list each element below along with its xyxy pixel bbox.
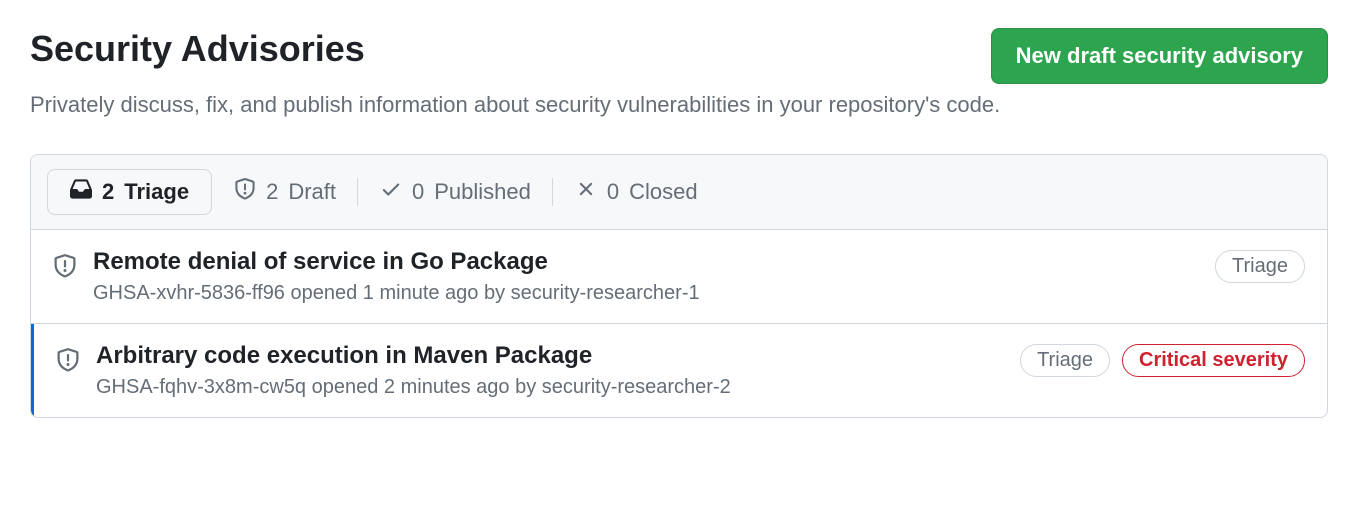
filter-triage-label: Triage	[124, 179, 189, 205]
filter-draft-count: 2	[266, 179, 278, 205]
filter-triage-count: 2	[102, 179, 114, 205]
filter-draft-label: Draft	[288, 179, 336, 205]
advisory-title[interactable]: Remote denial of service in Go Package	[93, 248, 1199, 276]
new-advisory-button[interactable]: New draft security advisory	[991, 28, 1328, 84]
filter-bar: 2 Triage 2 Draft 0 Published 0 Closed	[31, 155, 1327, 230]
filter-draft[interactable]: 2 Draft	[212, 170, 358, 214]
close-icon	[575, 178, 597, 206]
advisory-badges: Triage	[1215, 250, 1305, 283]
filter-triage[interactable]: 2 Triage	[47, 169, 212, 215]
advisory-title[interactable]: Arbitrary code execution in Maven Packag…	[96, 342, 1004, 370]
page-title: Security Advisories	[30, 28, 365, 70]
advisory-row[interactable]: Remote denial of service in Go Package GH…	[31, 230, 1327, 324]
status-badge: Triage	[1020, 344, 1110, 377]
shield-alert-icon	[56, 348, 80, 377]
filter-published[interactable]: 0 Published	[358, 170, 553, 214]
advisory-row[interactable]: Arbitrary code execution in Maven Packag…	[31, 324, 1327, 417]
filter-closed-count: 0	[607, 179, 619, 205]
advisory-list: 2 Triage 2 Draft 0 Published 0 Closed Re…	[30, 154, 1328, 418]
advisory-content: Arbitrary code execution in Maven Packag…	[96, 342, 1004, 399]
filter-closed[interactable]: 0 Closed	[553, 170, 720, 214]
filter-published-count: 0	[412, 179, 424, 205]
page-subtitle: Privately discuss, fix, and publish info…	[30, 92, 1328, 118]
advisory-content: Remote denial of service in Go Package GH…	[93, 248, 1199, 305]
advisory-meta: GHSA-fqhv-3x8m-cw5q opened 2 minutes ago…	[96, 376, 1004, 399]
advisory-meta: GHSA-xvhr-5836-ff96 opened 1 minute ago …	[93, 282, 1199, 305]
shield-alert-icon	[53, 254, 77, 283]
severity-badge: Critical severity	[1122, 344, 1305, 377]
advisory-badges: Triage Critical severity	[1020, 344, 1305, 377]
filter-closed-label: Closed	[629, 179, 697, 205]
status-badge: Triage	[1215, 250, 1305, 283]
filter-published-label: Published	[434, 179, 531, 205]
check-icon	[380, 178, 402, 206]
inbox-icon	[70, 178, 92, 206]
shield-alert-icon	[234, 178, 256, 206]
